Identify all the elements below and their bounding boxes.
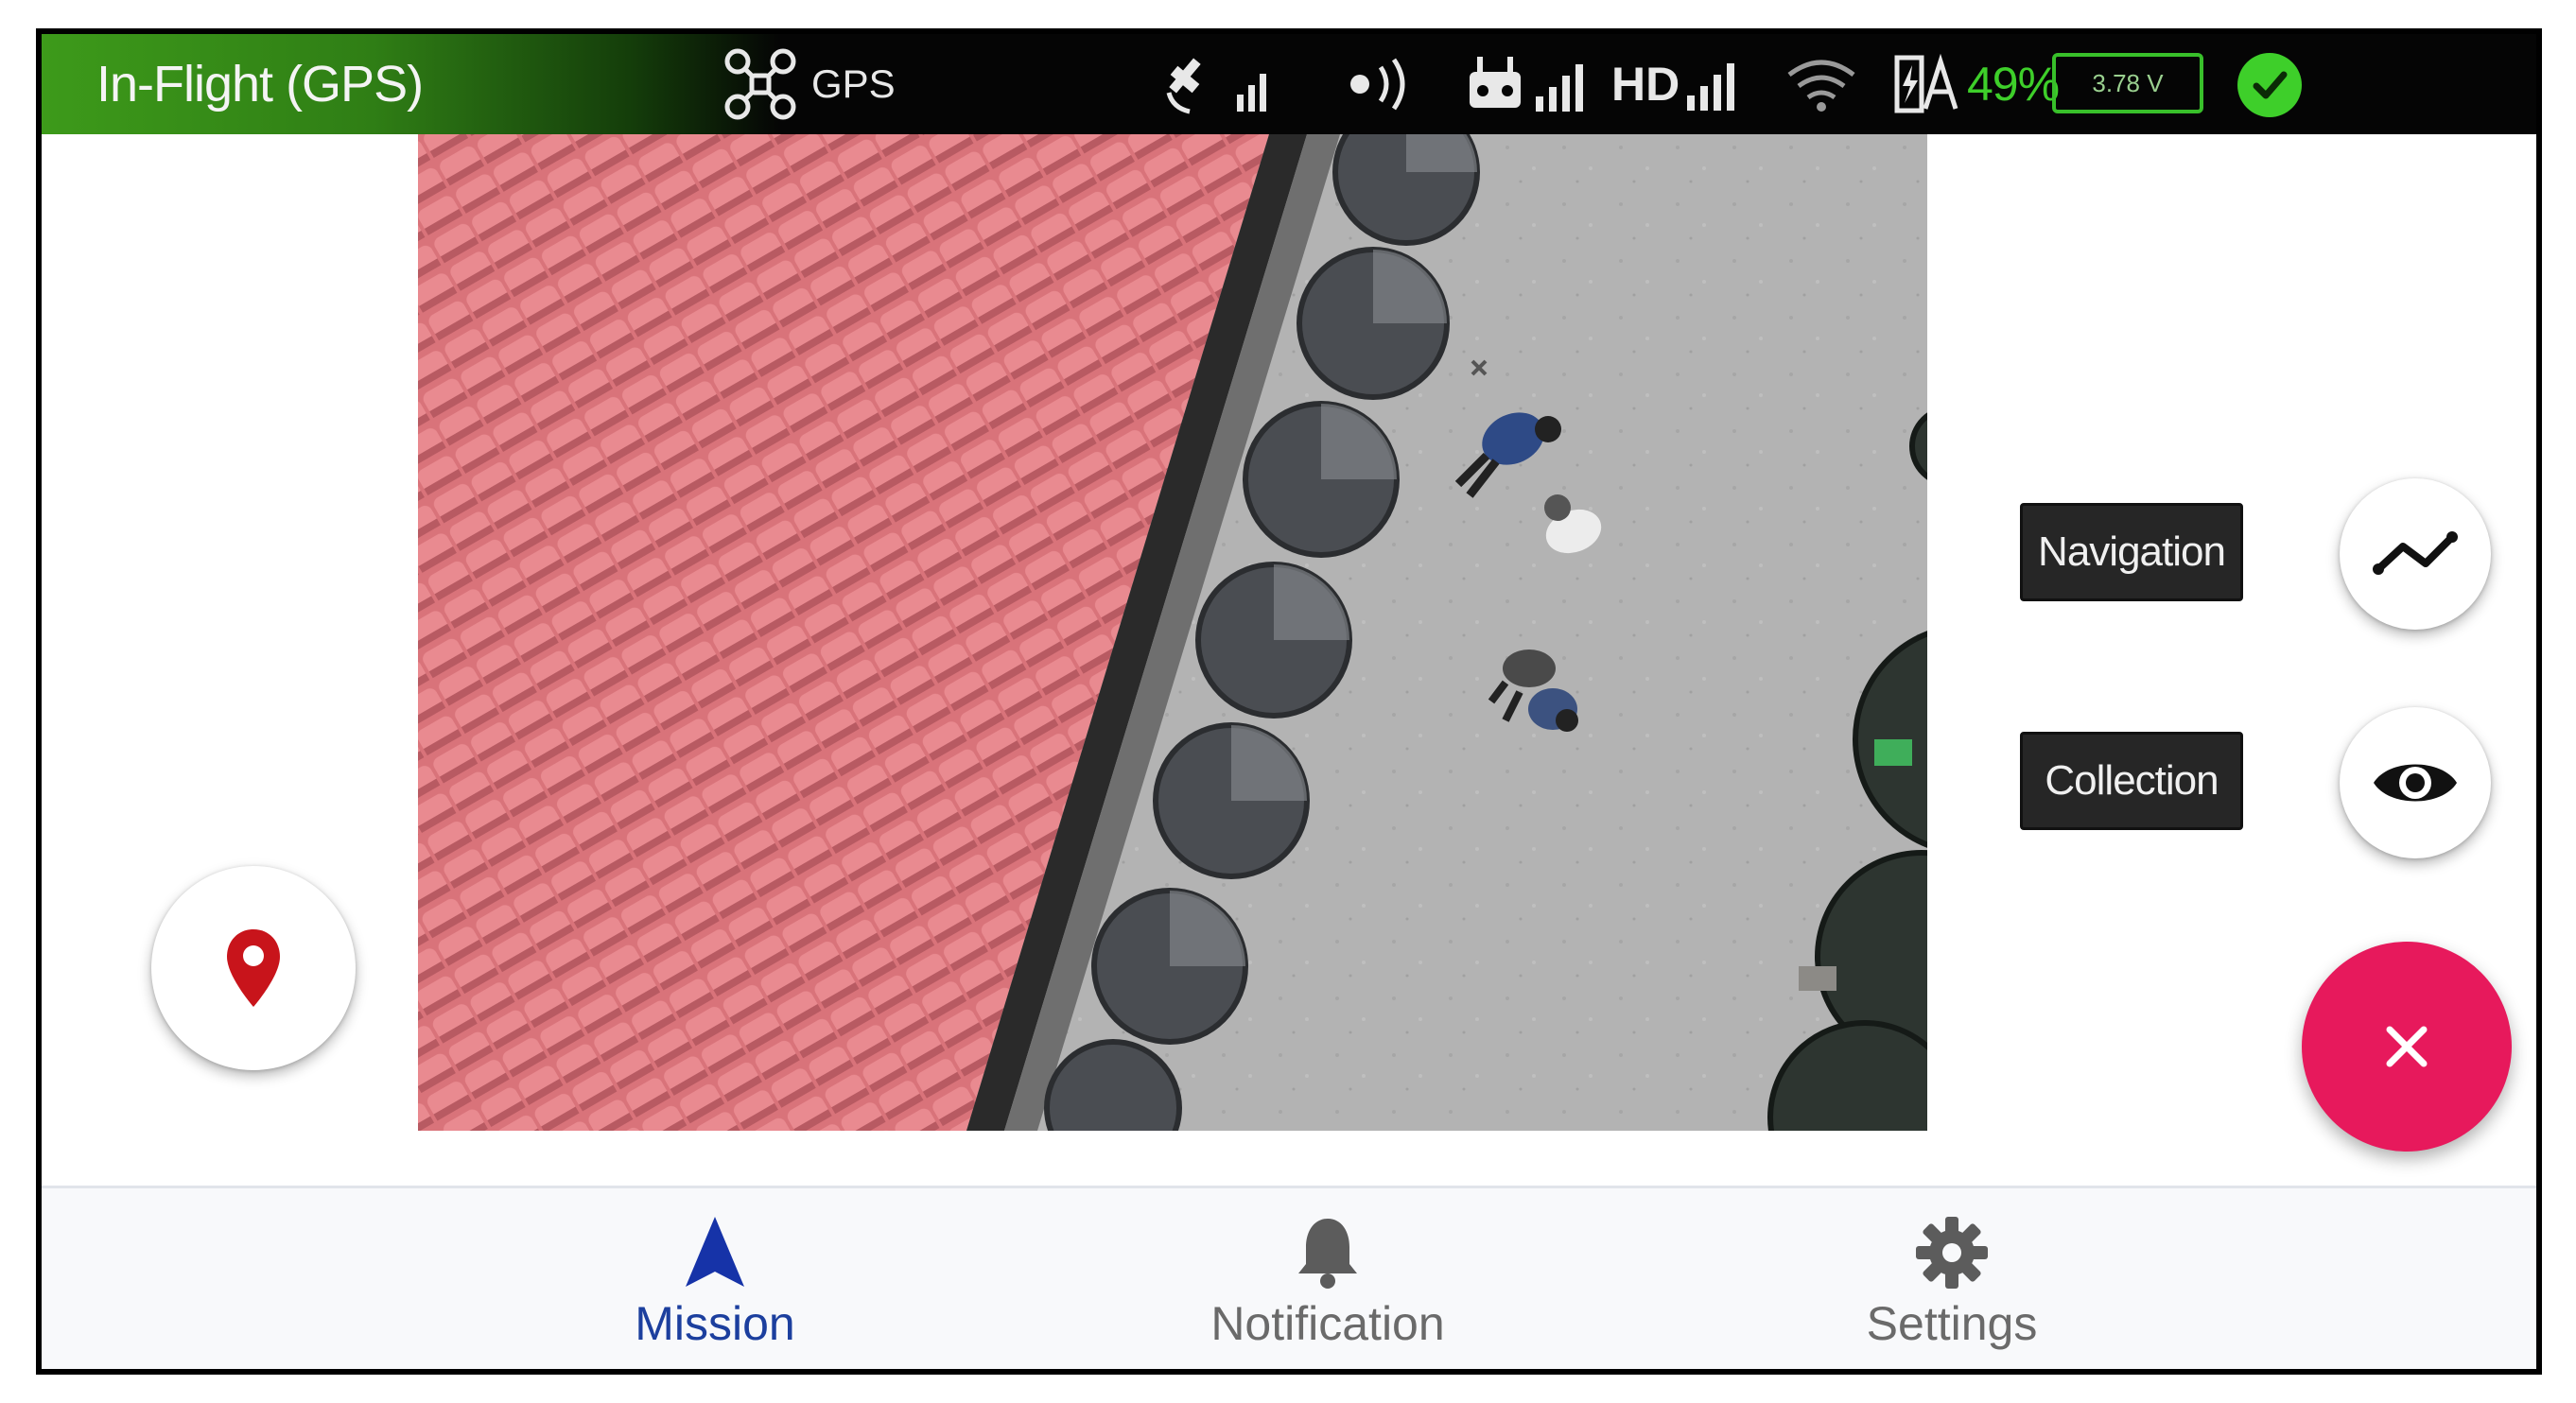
- navigation-arrow-icon: [686, 1217, 744, 1287]
- tab-settings[interactable]: Settings: [1763, 1188, 2141, 1369]
- bell-icon: [1298, 1219, 1357, 1289]
- battery-status: 49%: [1891, 34, 2060, 134]
- collection-button[interactable]: [2340, 707, 2491, 858]
- close-icon: [2386, 1026, 2428, 1067]
- wifi-icon: [1787, 60, 1855, 112]
- flight-mode-label: In-Flight (GPS): [96, 56, 424, 113]
- battery-percent: 49%: [1967, 58, 2060, 111]
- tab-notification-label: Notification: [1210, 1297, 1445, 1350]
- navigation-button[interactable]: [2340, 478, 2491, 630]
- wifi-status: [1784, 34, 1859, 134]
- hd-signal-bars-icon: [1687, 63, 1735, 111]
- tab-notification[interactable]: Notification: [1139, 1188, 1517, 1369]
- tab-settings-label: Settings: [1866, 1297, 2038, 1350]
- controller-signal-icon: [1470, 57, 1583, 112]
- hd-label: HD: [1611, 58, 1680, 111]
- voltage-label: 3.78 V: [2092, 68, 2164, 97]
- camera-feed[interactable]: [418, 134, 1927, 1131]
- tab-mission-label: Mission: [635, 1297, 795, 1350]
- voltage-indicator: 3.78 V: [2052, 53, 2203, 113]
- navigation-tag[interactable]: Navigation: [2020, 503, 2243, 601]
- map-pin-icon: [227, 929, 280, 1007]
- satellite-signal-icon: [1166, 58, 1266, 114]
- system-ok-icon: [2237, 53, 2302, 117]
- battery-icon: [1894, 53, 1958, 113]
- broadcast-icon: [1350, 58, 1405, 111]
- close-button[interactable]: [2302, 942, 2512, 1152]
- drone-status: GPS: [722, 34, 896, 134]
- gear-icon: [1916, 1217, 1988, 1289]
- app-frame: In-Flight (GPS) GPS HD 49% 3.78 V Naviga…: [36, 28, 2542, 1375]
- status-bar: In-Flight (GPS) GPS HD 49% 3.78 V: [42, 34, 2536, 134]
- location-button[interactable]: [151, 866, 356, 1070]
- flight-mode-indicator: In-Flight (GPS): [42, 34, 779, 134]
- aerial-camera-image: [418, 134, 1927, 1131]
- route-line-icon: [2373, 531, 2458, 575]
- controller-signal: [1466, 34, 1589, 134]
- collection-tag[interactable]: Collection: [2020, 732, 2243, 830]
- hd-signal: HD: [1611, 34, 1740, 134]
- remote-signal: [1343, 34, 1419, 134]
- collection-label: Collection: [2045, 757, 2219, 804]
- drone-icon: [724, 48, 796, 120]
- tab-mission[interactable]: Mission: [526, 1188, 904, 1369]
- eye-icon: [2374, 764, 2457, 802]
- gps-label: GPS: [811, 61, 896, 106]
- checkmark-icon: [2253, 71, 2288, 99]
- bottom-navigation: Mission Notification Settings: [42, 1186, 2536, 1369]
- navigation-label: Navigation: [2038, 528, 2226, 575]
- satellite-signal: [1163, 34, 1277, 134]
